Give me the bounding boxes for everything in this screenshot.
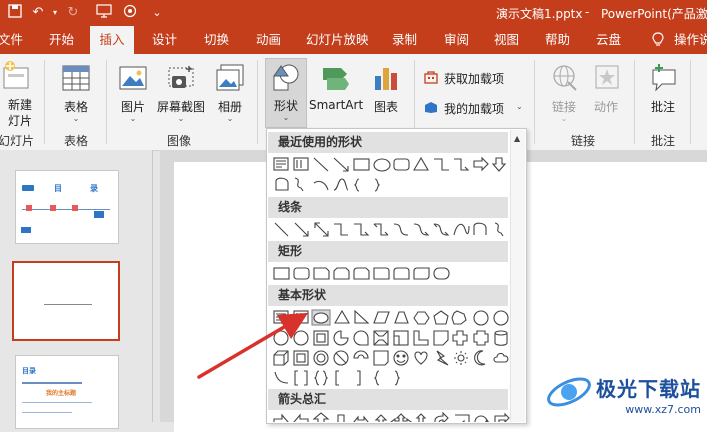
watermark: 极光下载站 www.xz7.com — [547, 373, 701, 416]
watermark-logo-icon — [547, 377, 591, 407]
watermark-url: www.xz7.com — [625, 403, 701, 416]
watermark-brand: 极光下载站 — [596, 377, 701, 401]
annotation-arrow — [197, 312, 309, 379]
